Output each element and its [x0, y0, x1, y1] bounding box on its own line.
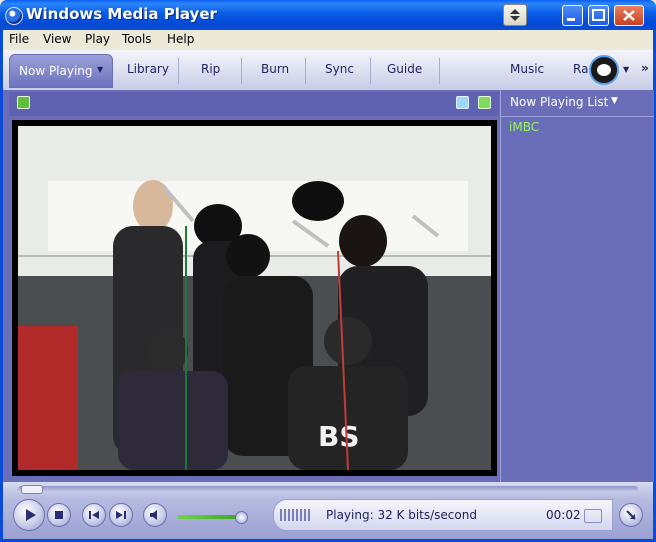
switch-to-skin-button[interactable] — [619, 503, 643, 527]
next-button[interactable] — [109, 503, 133, 527]
playback-status: Playing: 32 K bits/second — [326, 508, 477, 522]
now-playing-pane: BS Now Playing List ▼ iMBC — [0, 90, 656, 482]
menu-play[interactable]: Play — [85, 32, 110, 46]
menu-view[interactable]: View — [43, 32, 71, 46]
tab-now-playing-label: Now Playing — [19, 64, 93, 78]
compact-mode-icon — [510, 9, 520, 21]
tab-guide[interactable]: Guide — [387, 62, 422, 76]
switch-skin-icon — [626, 510, 636, 520]
full-screen-icon[interactable] — [478, 96, 491, 109]
playlist-options-icon[interactable] — [17, 96, 30, 109]
previous-button[interactable] — [82, 503, 106, 527]
now-playing-list-header[interactable]: Now Playing List ▼ — [501, 90, 654, 117]
video-toolbar — [9, 92, 499, 116]
seek-handle[interactable] — [21, 485, 43, 494]
playback-controls: Playing: 32 K bits/second 00:02 — [0, 482, 656, 542]
tab-radio[interactable]: Ra — [573, 62, 588, 76]
napster-icon[interactable] — [589, 55, 619, 85]
compact-mode-button[interactable] — [503, 4, 527, 26]
svg-text:BS: BS — [318, 420, 360, 453]
tab-library[interactable]: Library — [127, 62, 169, 76]
maximize-button[interactable] — [588, 5, 609, 26]
tab-divider — [370, 58, 371, 84]
speaker-icon — [150, 510, 157, 520]
minimize-button[interactable] — [562, 5, 583, 26]
feature-taskbar: Now Playing ▼ Library Rip Burn Sync Guid… — [0, 50, 656, 90]
list-item[interactable]: iMBC — [509, 120, 539, 134]
video-display[interactable]: BS — [12, 120, 497, 476]
elapsed-time: 00:02 — [546, 508, 581, 522]
tab-divider — [241, 58, 242, 84]
tab-burn[interactable]: Burn — [261, 62, 289, 76]
title-bar[interactable]: Windows Media Player — [0, 0, 656, 30]
seek-bar[interactable] — [18, 485, 638, 494]
mute-button[interactable] — [143, 503, 167, 527]
tab-rip[interactable]: Rip — [201, 62, 220, 76]
tab-divider — [178, 58, 179, 84]
chevron-down-icon[interactable]: ▼ — [611, 96, 618, 106]
minimize-icon — [567, 18, 575, 21]
tab-divider — [439, 58, 440, 84]
close-icon — [623, 10, 635, 21]
previous-icon — [89, 511, 99, 519]
stop-icon — [55, 511, 63, 519]
play-button[interactable] — [13, 499, 45, 531]
menu-file[interactable]: File — [9, 32, 29, 46]
bitrate-meter-icon — [280, 509, 310, 521]
store-dropdown-icon[interactable]: ▼ — [623, 65, 629, 74]
tab-sync[interactable]: Sync — [325, 62, 354, 76]
mini-player-icon[interactable] — [584, 509, 602, 523]
status-area: Playing: 32 K bits/second 00:02 — [273, 499, 613, 531]
stop-button[interactable] — [47, 503, 71, 527]
window-title: Windows Media Player — [26, 5, 217, 23]
now-playing-list-panel: Now Playing List ▼ iMBC — [500, 90, 654, 482]
volume-handle[interactable] — [235, 511, 248, 524]
tab-music[interactable]: Music — [510, 62, 544, 76]
more-tabs-icon[interactable]: » — [641, 61, 649, 75]
now-playing-dropdown-icon[interactable]: ▼ — [97, 65, 103, 74]
tab-divider — [305, 58, 306, 84]
now-playing-list-title: Now Playing List — [510, 95, 609, 109]
menu-tools[interactable]: Tools — [122, 32, 152, 46]
view-options-icon[interactable] — [456, 96, 469, 109]
next-icon — [116, 511, 126, 519]
menu-bar: File View Play Tools Help — [0, 30, 656, 50]
menu-help[interactable]: Help — [167, 32, 194, 46]
play-icon — [26, 509, 36, 521]
maximize-icon — [592, 9, 605, 21]
video-frame-image: BS — [18, 126, 491, 470]
media-player-icon[interactable] — [5, 7, 23, 25]
close-button[interactable] — [614, 5, 644, 26]
